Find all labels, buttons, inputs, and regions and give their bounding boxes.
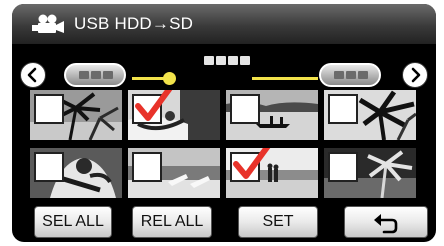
timeline-bar-right	[252, 77, 318, 80]
release-all-button[interactable]: REL ALL	[132, 206, 212, 238]
thumbnail-item[interactable]	[128, 90, 220, 140]
select-checkbox[interactable]	[34, 94, 64, 124]
previous-date-button[interactable]	[64, 63, 126, 87]
previous-page-button[interactable]	[20, 62, 46, 88]
current-date-label	[204, 56, 252, 68]
thumbnail-grid	[30, 90, 422, 198]
checkmark-icon	[233, 148, 271, 179]
select-checkbox[interactable]	[328, 94, 358, 124]
select-checkbox[interactable]	[132, 152, 162, 182]
select-all-button[interactable]: SEL ALL	[34, 206, 112, 238]
next-date-button[interactable]	[319, 63, 381, 87]
screen: USB HDD→SD SEL ALL REL ALL SET	[0, 0, 444, 246]
return-arrow-icon	[374, 214, 398, 234]
chevron-left-icon	[27, 67, 37, 83]
thumbnail-item[interactable]	[30, 148, 122, 198]
thumbnail-item[interactable]	[226, 148, 318, 198]
set-button[interactable]: SET	[238, 206, 318, 238]
select-checkbox[interactable]	[34, 152, 64, 182]
select-checkbox[interactable]	[328, 152, 358, 182]
chevron-right-icon	[411, 67, 421, 83]
thumbnail-item[interactable]	[128, 148, 220, 198]
thumbnail-item[interactable]	[324, 148, 416, 198]
select-checkbox[interactable]	[230, 94, 260, 124]
thumbnail-item[interactable]	[30, 90, 122, 140]
video-camera-icon	[32, 14, 66, 34]
checkmark-icon	[135, 90, 173, 121]
page-title: USB HDD→SD	[74, 14, 194, 33]
next-page-button[interactable]	[402, 62, 428, 88]
thumbnail-item[interactable]	[324, 90, 416, 140]
thumbnail-item[interactable]	[226, 90, 318, 140]
timeline-slider-knob[interactable]	[163, 72, 177, 85]
lcd-frame: USB HDD→SD SEL ALL REL ALL SET	[12, 4, 436, 242]
back-button[interactable]	[344, 206, 428, 238]
title-bar: USB HDD→SD	[12, 4, 436, 44]
date-timeline	[12, 48, 436, 92]
